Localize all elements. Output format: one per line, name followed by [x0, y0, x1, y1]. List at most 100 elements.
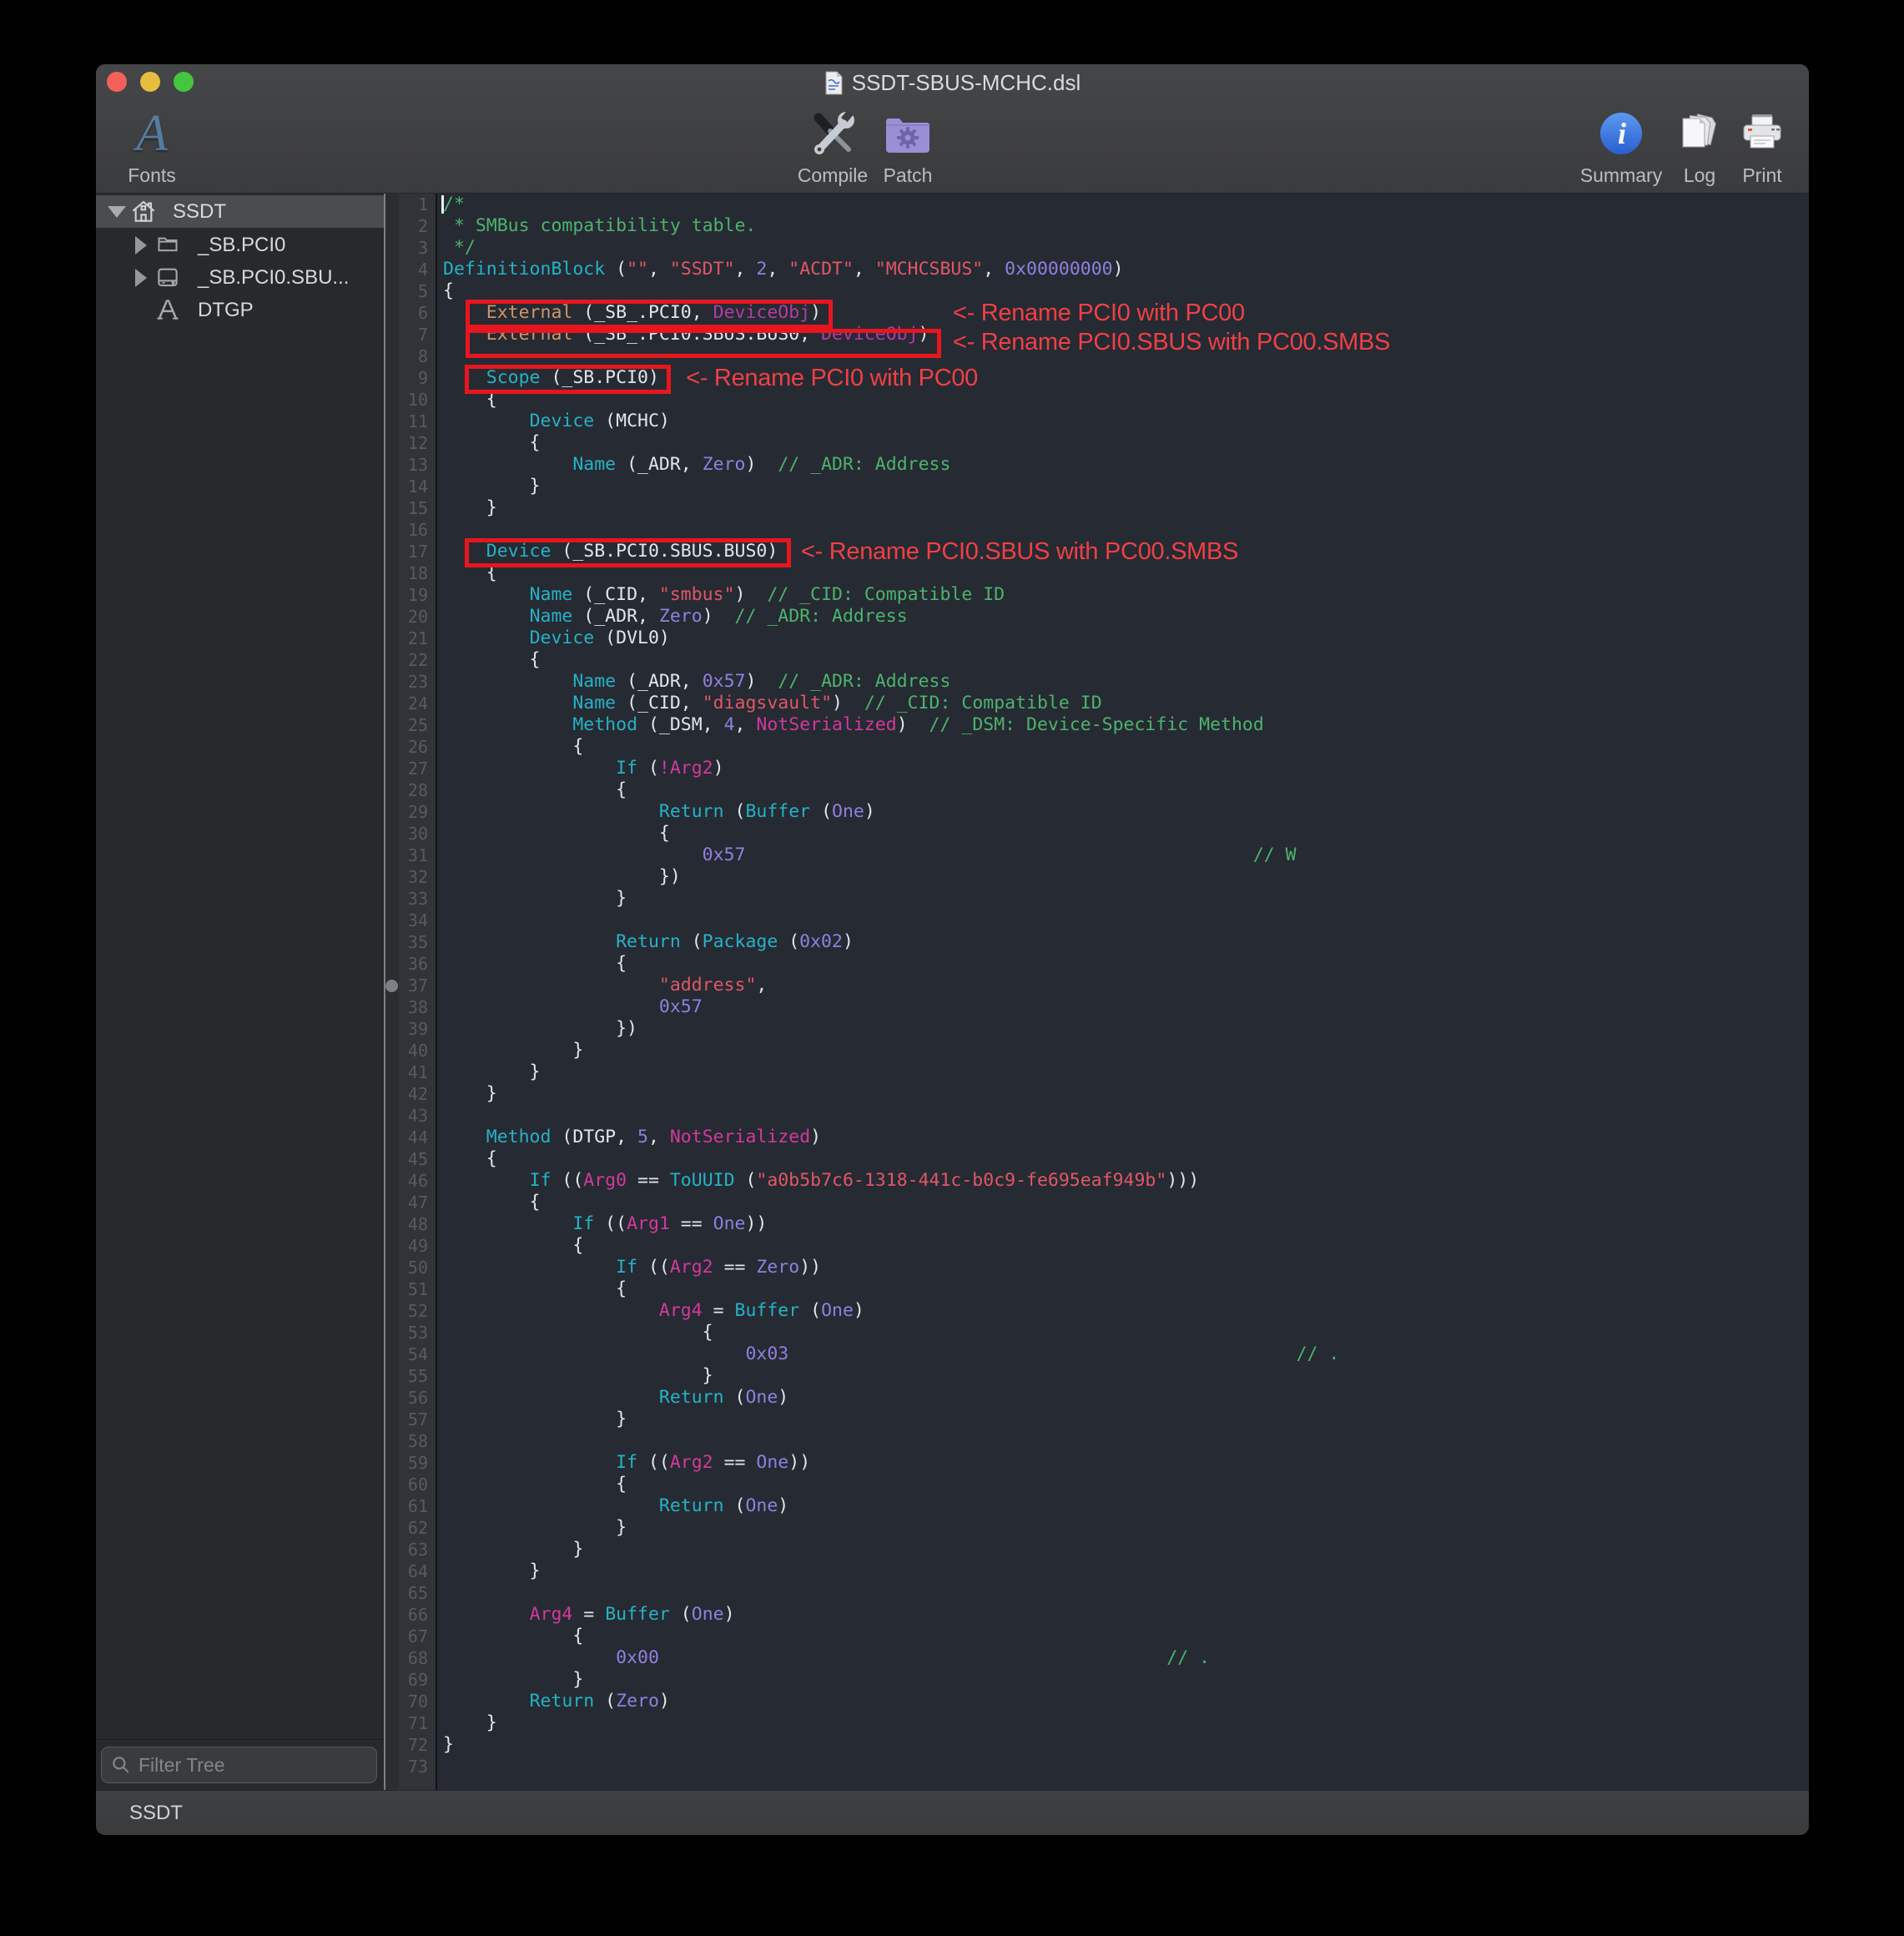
line-number: 5	[385, 280, 436, 302]
code-line: }	[437, 1560, 1809, 1582]
line-number: 54	[385, 1344, 436, 1365]
tree-item-label: _SB.PCI0	[198, 234, 285, 257]
line-number: 49	[385, 1235, 436, 1257]
code-line: Name (_CID, "diagsvault") // _CID: Compa…	[437, 693, 1809, 714]
code-line: * SMBus compatibility table.	[437, 215, 1809, 237]
disclosure-right-icon[interactable]	[135, 269, 147, 287]
patch-button[interactable]: Patch	[841, 101, 975, 193]
disclosure-right-icon[interactable]	[135, 236, 147, 255]
code-line: "address",	[437, 975, 1809, 996]
sidebar-item--sb-pci0[interactable]: _SB.PCI0	[96, 229, 384, 261]
code-line	[437, 1582, 1809, 1604]
code-line: If (!Arg2)	[437, 758, 1809, 779]
code-line: {	[437, 1278, 1809, 1300]
code-line: Method (_DSM, 4, NotSerialized) // _DSM:…	[437, 714, 1809, 736]
code-editor[interactable]: /* * SMBus compatibility table. */Defini…	[437, 194, 1809, 1791]
rename-annotation: <- Rename PCI0 with PC00	[953, 299, 1245, 327]
line-number: 65	[385, 1582, 436, 1604]
code-line: 0x57	[437, 996, 1809, 1018]
code-line: {	[437, 823, 1809, 844]
fonts-icon: A	[136, 106, 168, 161]
disclosure-down-icon[interactable]	[108, 206, 126, 218]
code-line: {	[437, 779, 1809, 801]
line-number: 36	[385, 953, 436, 975]
rename-annotation: <- Rename PCI0.SBUS with PC00.SMBS	[953, 328, 1390, 356]
line-number: 64	[385, 1560, 436, 1582]
code-line: })	[437, 1018, 1809, 1040]
line-number: 21	[385, 628, 436, 649]
code-line: DefinitionBlock ("", "SSDT", 2, "ACDT", …	[437, 259, 1809, 280]
line-number: 24	[385, 693, 436, 714]
print-button[interactable]: Print	[1695, 101, 1809, 193]
line-number: 39	[385, 1018, 436, 1040]
line-number: 68	[385, 1647, 436, 1669]
line-number: 70	[385, 1691, 436, 1712]
status-path: SSDT	[129, 1802, 183, 1825]
rename-annotation: <- Rename PCI0.SBUS with PC00.SMBS	[801, 537, 1238, 566]
sidebar-item-dtgp[interactable]: DTGP	[96, 294, 384, 326]
code-line: /*	[437, 194, 1809, 215]
line-number: 6	[385, 302, 436, 324]
line-number: 72	[385, 1734, 436, 1756]
window-title: SSDT-SBUS-MCHC.dsl	[852, 70, 1080, 96]
code-line: }	[437, 1517, 1809, 1539]
code-line: }	[437, 1539, 1809, 1560]
line-number: 58	[385, 1430, 436, 1452]
window-title-area: SSDT-SBUS-MCHC.dsl	[96, 64, 1809, 101]
code-line: 0x57 // W	[437, 844, 1809, 866]
code-line: }	[437, 1409, 1809, 1430]
code-line: Name (_ADR, Zero) // _ADR: Address	[437, 606, 1809, 628]
code-line: 0x03 // .	[437, 1344, 1809, 1365]
fonts-button[interactable]: A Fonts	[96, 101, 219, 193]
line-number: 63	[385, 1539, 436, 1560]
line-number: 50	[385, 1257, 436, 1278]
code-line: Name (_CID, "smbus") // _CID: Compatible…	[437, 584, 1809, 606]
tree-item-label: SSDT	[173, 200, 226, 224]
line-number: 51	[385, 1278, 436, 1300]
filter-tree-input[interactable]: Filter Tree	[101, 1747, 377, 1783]
code-line: Return (Package (0x02)	[437, 931, 1809, 953]
text-caret	[441, 195, 444, 214]
rename-annotation: <- Rename PCI0 with PC00	[686, 364, 978, 392]
line-number: 22	[385, 649, 436, 671]
print-icon	[1740, 106, 1785, 161]
line-number: 34	[385, 910, 436, 931]
code-line: {	[437, 1322, 1809, 1344]
line-number: 48	[385, 1213, 436, 1235]
line-number: 57	[385, 1409, 436, 1430]
code-line: */	[437, 237, 1809, 259]
code-line: }	[437, 1365, 1809, 1387]
line-number: 41	[385, 1061, 436, 1083]
line-number: 26	[385, 736, 436, 758]
line-number: 55	[385, 1365, 436, 1387]
line-number: 43	[385, 1105, 436, 1127]
sidebar-item--sb-pci0-sbu-[interactable]: _SB.PCI0.SBU...	[96, 261, 384, 294]
line-number: 12	[385, 432, 436, 454]
sidebar-item-ssdt[interactable]: SSDT	[96, 195, 384, 228]
code-line	[437, 1756, 1809, 1777]
line-number: 67	[385, 1626, 436, 1647]
line-number: 27	[385, 758, 436, 779]
tree-item-label: DTGP	[198, 299, 254, 322]
tree-item-label: _SB.PCI0.SBU...	[198, 266, 349, 290]
line-number: 47	[385, 1192, 436, 1213]
line-number: 9	[385, 367, 436, 389]
folder-icon	[154, 232, 181, 255]
fonts-label: Fonts	[128, 164, 176, 187]
code-line: {	[437, 736, 1809, 758]
code-line: {	[437, 1235, 1809, 1257]
code-line: })	[437, 866, 1809, 888]
code-line: }	[437, 888, 1809, 910]
line-number: 60	[385, 1474, 436, 1495]
line-number: 31	[385, 844, 436, 866]
method-icon	[154, 297, 181, 322]
sidebar-divider	[96, 1739, 384, 1740]
code-line: Device (MCHC)	[437, 411, 1809, 432]
main-content: SSDT _SB.PCI0 _SB.PCI0.SBU... DTGP Filter T…	[96, 194, 1809, 1791]
line-number: 23	[385, 671, 436, 693]
line-number: 38	[385, 996, 436, 1018]
line-marker-dot	[385, 980, 398, 992]
line-number: 7	[385, 324, 436, 345]
line-number: 29	[385, 801, 436, 823]
patch-label: Patch	[884, 164, 933, 187]
